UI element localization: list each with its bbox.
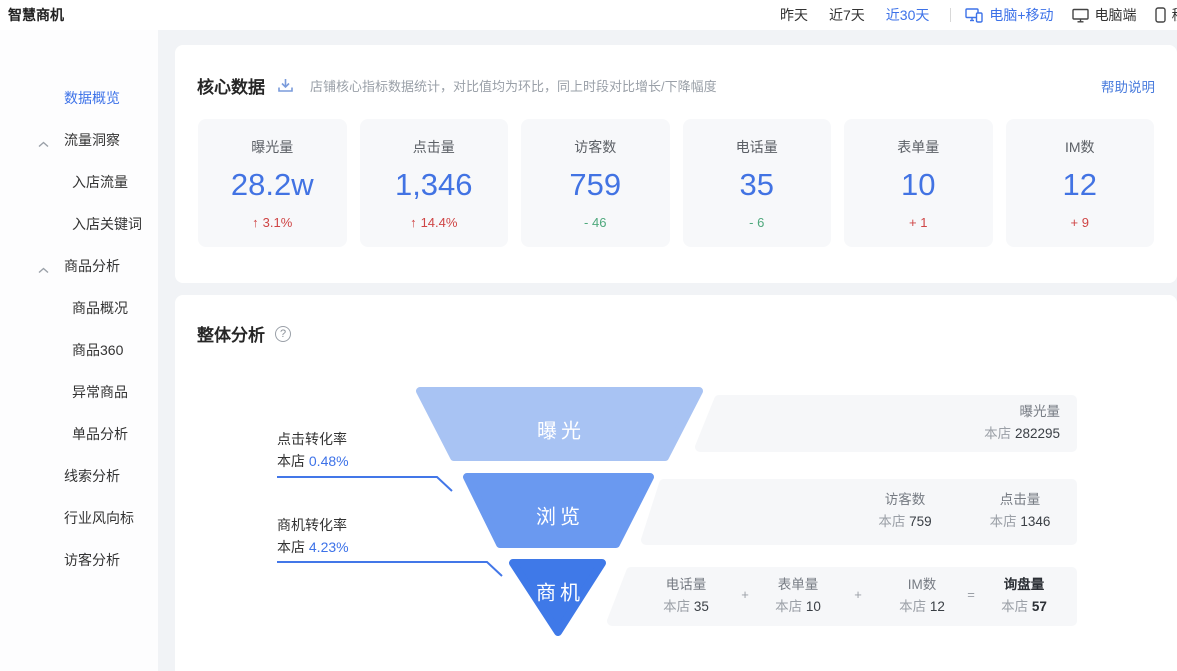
metric-delta: ↑14.4% <box>410 215 457 230</box>
conversion-value-line: 本店 0.48% <box>277 450 427 472</box>
funnel-label-browse: 浏览 <box>536 505 584 528</box>
sidebar-item-label: 商品360 <box>72 340 123 360</box>
metric-value: 12 <box>1063 167 1097 203</box>
help-link[interactable]: 帮助说明 <box>1101 76 1155 96</box>
sidebar-item-industry-trends[interactable]: 行业风向标 <box>0 497 158 539</box>
sidebar-item-label: 流量洞察 <box>64 130 120 150</box>
clicks-panel-text: 点击量 本店 1346 <box>960 489 1080 533</box>
time-filter-7days[interactable]: 近7天 <box>829 5 865 25</box>
mobile-icon <box>1155 7 1166 23</box>
funnel-label-exposure: 曝光 <box>537 419 585 442</box>
sidebar-item-label: 线索分析 <box>64 466 120 486</box>
phone-group: 电话量 本店 35 <box>631 574 741 618</box>
sidebar-item-label: 单品分析 <box>72 424 128 444</box>
conversion-value-line: 本店 4.23% <box>277 536 427 558</box>
click-conversion-annotation: 点击转化率 本店 0.48% <box>277 428 427 472</box>
arrow-up-icon: ↑ <box>410 215 417 230</box>
time-filter-30days[interactable]: 近30天 <box>886 5 930 25</box>
sidebar-item-abnormal-products[interactable]: 异常商品 <box>0 371 158 413</box>
metric-card-im: IM数 12 + 9 <box>1006 119 1155 247</box>
sidebar-item-label: 入店流量 <box>72 172 128 192</box>
sidebar-item-label: 异常商品 <box>72 382 128 402</box>
time-filter-yesterday[interactable]: 昨天 <box>780 5 808 25</box>
device-filter-label: 移动端 <box>1172 5 1177 25</box>
sidebar-item-leads-analysis[interactable]: 线索分析 <box>0 455 158 497</box>
sidebar-group-traffic-insight[interactable]: 流量洞察 <box>0 119 158 161</box>
core-data-header: 核心数据 店铺核心指标数据统计，对比值均为环比，同上时段对比增长/下降幅度 帮助… <box>175 45 1177 98</box>
question-circle-icon[interactable] <box>275 326 291 342</box>
form-group: 表单量 本店 10 <box>743 574 853 618</box>
chevron-up-icon <box>38 261 49 277</box>
overall-analysis-card: 整体分析 曝光 浏览 商机 点击转化率 本店 0.48% 商机转化率 本店 4.… <box>175 295 1177 671</box>
sidebar-item-visitor-analysis[interactable]: 访客分析 <box>0 539 158 581</box>
metric-value: 35 <box>740 167 774 203</box>
inquiry-group: 询盘量 本店 57 <box>969 574 1079 618</box>
top-bar: 智慧商机 昨天 近7天 近30天 电脑+移动 电脑端 移动端 <box>0 0 1177 30</box>
app-title: 智慧商机 <box>8 5 64 25</box>
metric-label: 电话量 <box>736 137 778 157</box>
sidebar-item-store-traffic[interactable]: 入店流量 <box>0 161 158 203</box>
conversion-line-2 <box>277 562 502 576</box>
analysis-title: 整体分析 <box>197 321 265 346</box>
metric-label: 曝光量 <box>251 137 293 157</box>
metric-card-phone: 电话量 35 - 6 <box>683 119 832 247</box>
metric-label: IM数 <box>1065 137 1095 157</box>
metric-label: 访客数 <box>574 137 616 157</box>
plus-operator: + <box>847 585 869 605</box>
sidebar-item-label: 商品分析 <box>64 256 120 276</box>
sidebar-item-product-overview[interactable]: 商品概况 <box>0 287 158 329</box>
funnel-label-opportunity: 商机 <box>536 581 584 604</box>
sidebar-item-store-keywords[interactable]: 入店关键词 <box>0 203 158 245</box>
sidebar-item-product-360[interactable]: 商品360 <box>0 329 158 371</box>
analysis-header: 整体分析 <box>175 295 1177 346</box>
device-filter-label: 电脑端 <box>1095 5 1137 25</box>
chevron-up-icon <box>38 135 49 151</box>
exposure-panel-text: 曝光量 本店 282295 <box>984 401 1060 445</box>
desktop-mobile-icon <box>965 8 983 23</box>
arrow-up-icon: ↑ <box>252 215 259 230</box>
sidebar-item-label: 数据概览 <box>64 88 120 108</box>
device-filter-label: 电脑+移动 <box>989 5 1053 25</box>
core-data-card: 核心数据 店铺核心指标数据统计，对比值均为环比，同上时段对比增长/下降幅度 帮助… <box>175 45 1177 283</box>
divider <box>950 8 951 22</box>
sidebar: 数据概览 流量洞察 入店流量 入店关键词 商品分析 商品概况 商品360 异常商… <box>0 30 158 671</box>
sidebar-item-label: 访客分析 <box>64 550 120 570</box>
sidebar-item-label: 行业风向标 <box>64 508 134 528</box>
core-data-title: 核心数据 <box>197 73 265 98</box>
metric-delta: - 46 <box>584 215 606 230</box>
sidebar-item-label: 商品概况 <box>72 298 128 318</box>
metric-value: 10 <box>901 167 935 203</box>
download-icon[interactable] <box>277 77 294 94</box>
metric-label: 表单量 <box>897 137 939 157</box>
metric-value: 1,346 <box>395 167 473 203</box>
conversion-line-1 <box>277 477 452 491</box>
sidebar-item-label: 入店关键词 <box>72 214 142 234</box>
desktop-icon <box>1072 8 1089 23</box>
metric-delta: + 9 <box>1071 215 1089 230</box>
device-filter-desktop-mobile[interactable]: 电脑+移动 <box>965 5 1053 25</box>
sidebar-group-product-analysis[interactable]: 商品分析 <box>0 245 158 287</box>
device-filter-desktop[interactable]: 电脑端 <box>1072 5 1137 25</box>
metric-delta: + 1 <box>909 215 927 230</box>
metric-card-exposure: 曝光量 28.2w ↑3.1% <box>198 119 347 247</box>
metric-card-visitors: 访客数 759 - 46 <box>521 119 670 247</box>
metric-card-forms: 表单量 10 + 1 <box>844 119 993 247</box>
metric-delta: ↑3.1% <box>252 215 292 230</box>
sidebar-item-single-product-analysis[interactable]: 单品分析 <box>0 413 158 455</box>
metric-delta: - 6 <box>749 215 764 230</box>
metric-cards-row: 曝光量 28.2w ↑3.1% 点击量 1,346 ↑14.4% 访客数 759… <box>175 119 1177 247</box>
topbar-controls: 昨天 近7天 近30天 电脑+移动 电脑端 移动端 <box>780 0 1177 30</box>
metric-card-clicks: 点击量 1,346 ↑14.4% <box>360 119 509 247</box>
opportunity-conversion-annotation: 商机转化率 本店 4.23% <box>277 514 427 558</box>
conversion-label: 点击转化率 <box>277 428 427 450</box>
sidebar-item-data-overview[interactable]: 数据概览 <box>0 77 158 119</box>
core-data-description: 店铺核心指标数据统计，对比值均为环比，同上时段对比增长/下降幅度 <box>310 76 717 95</box>
device-filter-mobile[interactable]: 移动端 <box>1155 5 1177 25</box>
visitors-panel-text: 访客数 本店 759 <box>845 489 965 533</box>
metric-value: 759 <box>569 167 621 203</box>
metric-label: 点击量 <box>413 137 455 157</box>
conversion-label: 商机转化率 <box>277 514 427 536</box>
metric-value: 28.2w <box>231 167 314 203</box>
